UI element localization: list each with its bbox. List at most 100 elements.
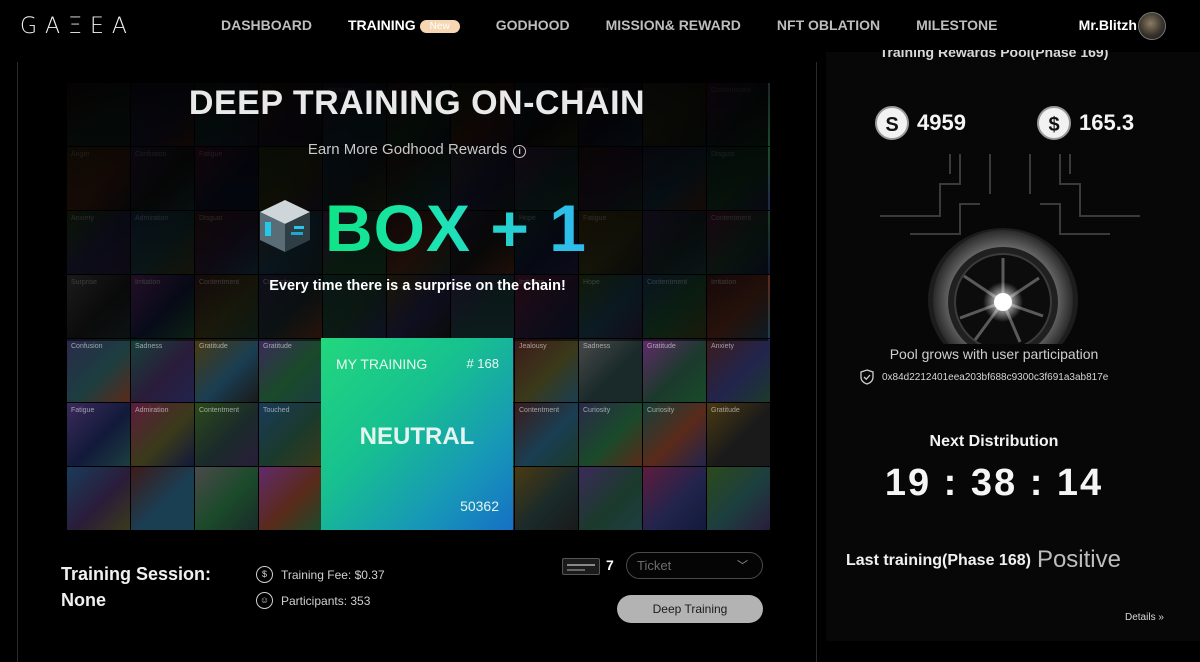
emotion-cell: [579, 467, 643, 531]
nav-training-label: TRAINING: [348, 17, 416, 33]
ticket-placeholder: Ticket: [637, 558, 672, 573]
shield-check-icon: [860, 369, 874, 385]
emotion-cell: [515, 467, 579, 531]
emotion-cell: Curiosity: [579, 403, 643, 467]
main-nav: DASHBOARD TRAINING New GODHOOD MISSION& R…: [221, 17, 1034, 33]
emotion-cell: Gratitude: [195, 339, 259, 403]
subtitle: Earn More Godhood Rewards i: [0, 141, 834, 158]
last-training: Last training(Phase 168) Positive: [846, 546, 1121, 574]
emotion-cell-label: Admiration: [135, 407, 169, 414]
emotion-cell-label: Fatigue: [71, 407, 95, 414]
emotion-cell-label: Sadness: [583, 343, 611, 350]
emotion-cell: [67, 467, 131, 531]
token-1: S 4959: [875, 106, 966, 140]
contract-address[interactable]: 0x84d2212401eea203bf688c9300c3f691a3ab81…: [860, 369, 1108, 385]
nav-training[interactable]: TRAINING New: [348, 17, 460, 33]
emotion-cell: Jealousy: [515, 339, 579, 403]
ticket-select[interactable]: Ticket ﹀: [626, 552, 763, 579]
emotion-cell-label: Gratitude: [199, 343, 228, 350]
emotion-cell-label: Contentment: [199, 407, 240, 414]
emotion-cell-label: Anxiety: [711, 343, 734, 350]
session-value: None: [61, 590, 106, 610]
gaea-logo[interactable]: GAΞEA: [20, 14, 135, 39]
emotion-cell-label: Gratitude: [711, 407, 740, 414]
emotion-cell-label: Gratitude: [647, 343, 676, 350]
emotion-cell: Fatigue: [67, 403, 131, 467]
emotion-cell-label: Jealousy: [519, 343, 547, 350]
chevron-down-icon: ﹀: [737, 560, 748, 572]
my-training-number: # 168: [466, 356, 499, 371]
deep-training-button[interactable]: Deep Training: [617, 595, 763, 623]
emotion-cell: Gratitude: [259, 339, 323, 403]
page-title: DEEP TRAINING ON-CHAIN: [188, 84, 646, 122]
pool-title-text: Training Rewards Pool(Phase 169): [879, 50, 1109, 60]
emotion-cell-label: Contentment: [519, 407, 560, 414]
top-navbar: GAΞEA DASHBOARD TRAINING New GODHOOD MISS…: [0, 0, 1200, 52]
my-training-label: MY TRAINING: [336, 356, 428, 372]
surprise-text: Every time there is a surprise on the ch…: [269, 278, 566, 294]
nav-godhood[interactable]: GODHOOD: [496, 17, 570, 33]
ticket-count: 7: [606, 557, 614, 573]
emotion-cell: Gratitude: [643, 339, 707, 403]
emotion-cell: Admiration: [131, 403, 195, 467]
emotion-cell: [707, 467, 771, 531]
next-distribution-label: Next Distribution: [929, 433, 1059, 450]
emotion-cell: Anxiety: [707, 339, 771, 403]
details-label: Details: [1125, 612, 1156, 623]
emotion-cell: [195, 467, 259, 531]
emotion-cell: Touched: [259, 403, 323, 467]
countdown-timer: 19 : 38 : 14: [884, 462, 1104, 504]
emotion-cell-label: Confusion: [71, 343, 103, 350]
details-link[interactable]: Details »: [1125, 612, 1164, 623]
my-training-mood: NEUTRAL: [359, 423, 475, 450]
last-training-label: Last training(Phase 168): [846, 552, 1031, 569]
emotion-cell: Sadness: [131, 339, 195, 403]
emotion-cell-label: Touched: [263, 407, 290, 414]
address-text: 0x84d2212401eea203bf688c9300c3f691a3ab81…: [882, 371, 1109, 383]
emotion-cell: [643, 467, 707, 531]
emotion-cell: Curiosity: [643, 403, 707, 467]
pool-note: Pool grows with user participation: [889, 346, 1099, 362]
fee-text: Training Fee: $0.37: [281, 567, 385, 582]
avatar[interactable]: [1138, 12, 1166, 40]
emotion-cell: Confusion: [67, 339, 131, 403]
my-training-card: MY TRAINING # 168 NEUTRAL 50362: [321, 338, 513, 530]
new-badge: New: [419, 20, 460, 33]
token-2: $ 165.3: [1037, 106, 1134, 140]
nav-nft-oblation[interactable]: NFT OBLATION: [777, 17, 880, 33]
session-label: Training Session:: [61, 564, 212, 584]
my-training-count: 50362: [460, 498, 499, 514]
nav-milestone[interactable]: MILESTONE: [916, 17, 997, 33]
emotion-cell-label: Gratitude: [263, 343, 292, 350]
fee-row: $ Training Fee: $0.37: [256, 566, 385, 583]
token-2-value: 165.3: [1079, 110, 1135, 135]
dollar-icon: $: [256, 566, 273, 583]
emotion-cell-label: Curiosity: [583, 407, 611, 414]
box-reward-text: BOX + 1: [325, 191, 587, 265]
last-training-value: Positive: [1036, 546, 1121, 573]
box-icon: [260, 200, 310, 252]
emotion-cell-label: Sadness: [135, 343, 163, 350]
emotion-cell: Sadness: [579, 339, 643, 403]
emotion-cell-label: Curiosity: [647, 407, 675, 414]
nav-dashboard[interactable]: DASHBOARD: [221, 17, 312, 33]
emotion-cell: Contentment: [195, 403, 259, 467]
pool-title: Training Rewards Pool(Phase 169): [826, 50, 1162, 68]
participants-text: Participants: 353: [281, 593, 371, 608]
users-icon: ☺: [256, 592, 273, 609]
subtitle-text: Earn More Godhood Rewards: [307, 141, 508, 158]
double-chevron-right-icon: »: [1158, 612, 1164, 623]
emotion-cell: Contentment: [515, 403, 579, 467]
nav-mission-reward[interactable]: MISSION& REWARD: [606, 17, 741, 33]
emotion-cell: [131, 467, 195, 531]
participants-row: ☺ Participants: 353: [256, 592, 370, 609]
token-1-value: 4959: [917, 110, 966, 135]
info-icon[interactable]: i: [513, 145, 527, 158]
ticket-icon: [562, 558, 600, 575]
user-name[interactable]: Mr.Blitzh: [1079, 17, 1137, 33]
emotion-cell: [259, 467, 323, 531]
s-token-icon: S: [875, 106, 909, 140]
reward-pool-machine: [880, 154, 1140, 344]
dollar-token-icon: $: [1037, 106, 1071, 140]
emotion-cell: Gratitude: [707, 403, 771, 467]
